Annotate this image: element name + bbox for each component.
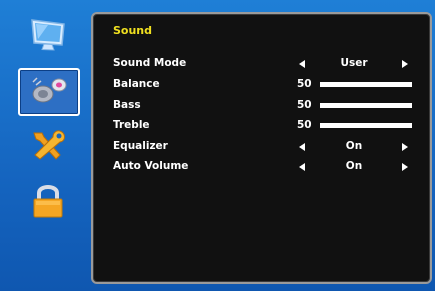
setting-label: Sound Mode xyxy=(113,57,187,69)
setting-value: 50 xyxy=(297,119,312,131)
panel-title: Sound xyxy=(113,24,153,37)
sidebar-item-setup[interactable] xyxy=(14,122,82,172)
monitor-icon xyxy=(26,15,70,59)
slider-fill xyxy=(320,123,412,128)
setting-label: Treble xyxy=(113,119,150,131)
setting-row-bass[interactable]: Bass 50 xyxy=(93,98,430,114)
level-slider[interactable] xyxy=(320,103,412,108)
sidebar-item-lock[interactable] xyxy=(14,178,82,228)
setting-value: On xyxy=(345,160,363,172)
arrow-left-icon[interactable] xyxy=(299,60,305,68)
arrow-left-icon[interactable] xyxy=(299,163,305,171)
setting-value: On xyxy=(345,140,363,152)
arrow-right-icon[interactable] xyxy=(402,60,408,68)
setting-label: Equalizer xyxy=(113,140,168,152)
setting-row-balance[interactable]: Balance 50 xyxy=(93,77,430,93)
setting-label: Bass xyxy=(113,99,141,111)
setting-label: Balance xyxy=(113,78,160,90)
sidebar-item-sound[interactable] xyxy=(18,68,80,116)
sound-settings-panel: Sound Sound Mode User Balance 50 Bass 50 xyxy=(91,12,432,284)
setting-row-sound-mode[interactable]: Sound Mode User xyxy=(93,56,430,72)
slider-fill xyxy=(320,82,412,87)
tv-osd-screen: Sound Sound Mode User Balance 50 Bass 50 xyxy=(0,0,435,291)
lock-icon xyxy=(26,181,70,225)
level-slider[interactable] xyxy=(320,123,412,128)
level-slider[interactable] xyxy=(320,82,412,87)
arrow-right-icon[interactable] xyxy=(402,143,408,151)
setting-row-equalizer[interactable]: Equalizer On xyxy=(93,139,430,155)
setting-row-treble[interactable]: Treble 50 xyxy=(93,118,430,134)
speaker-icon xyxy=(27,72,71,112)
setting-value: User xyxy=(340,57,368,69)
wrench-icon xyxy=(26,125,70,169)
setting-value: 50 xyxy=(297,99,312,111)
slider-fill xyxy=(320,103,412,108)
arrow-right-icon[interactable] xyxy=(402,163,408,171)
arrow-left-icon[interactable] xyxy=(299,143,305,151)
setting-label: Auto Volume xyxy=(113,160,189,172)
sidebar-item-picture[interactable] xyxy=(14,12,82,62)
setting-value: 50 xyxy=(297,78,312,90)
setting-row-auto-volume[interactable]: Auto Volume On xyxy=(93,159,430,175)
